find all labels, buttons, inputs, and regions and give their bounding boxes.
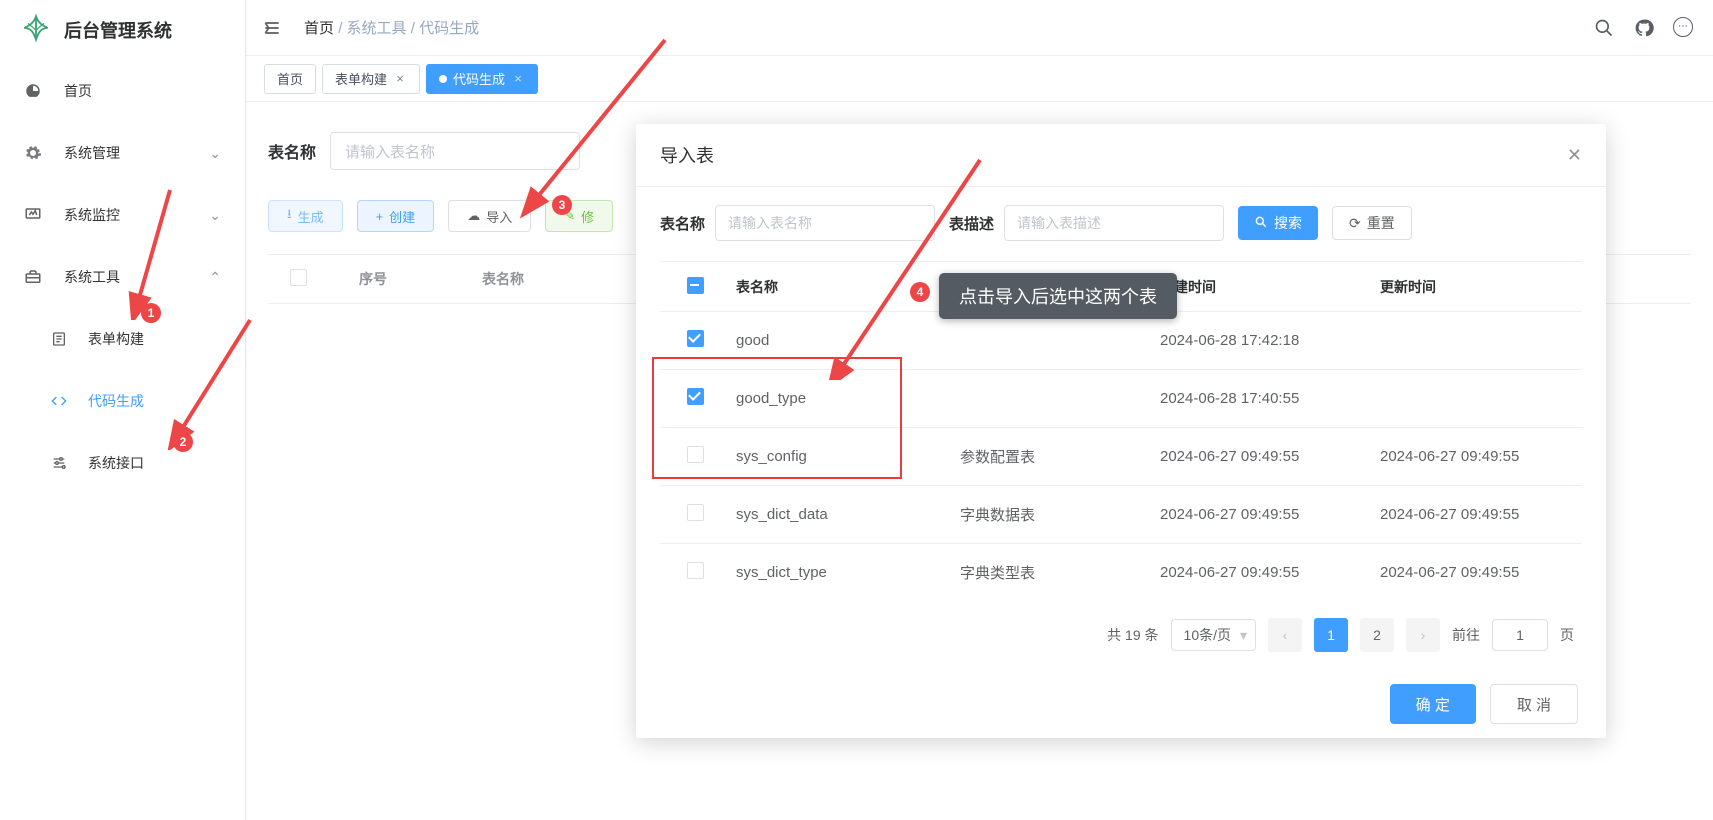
search-button[interactable]: 搜索 [1238, 206, 1318, 240]
cell-name: sys_dict_data [730, 506, 960, 523]
gear-icon [24, 144, 42, 162]
dialog-name-label: 表名称 [660, 213, 705, 234]
row-checkbox[interactable] [687, 388, 704, 405]
table-row[interactable]: good 2024-06-28 17:42:18 [660, 312, 1582, 370]
reset-button[interactable]: ⟳重置 [1332, 206, 1412, 240]
plus-icon: + [376, 209, 384, 224]
app-logo-row: 后台管理系统 [0, 0, 245, 60]
dialog-select-all-checkbox[interactable] [687, 277, 704, 294]
menu-form-builder[interactable]: 表单构建 [0, 308, 245, 370]
import-dialog: 导入表 ✕ 表名称 请输入表名称 表描述 请输入表描述 搜索 ⟳重置 表名称 表… [636, 124, 1606, 738]
cancel-button[interactable]: 取 消 [1490, 684, 1578, 724]
cell-created: 2024-06-27 09:49:55 [1160, 506, 1380, 523]
active-dot-icon [439, 75, 447, 83]
code-icon [50, 393, 68, 409]
search-icon[interactable] [1593, 17, 1615, 39]
toolbox-icon [24, 268, 42, 286]
cell-updated: 2024-06-27 09:49:55 [1380, 564, 1582, 581]
upload-icon: ☁ [467, 208, 480, 224]
row-checkbox[interactable] [687, 562, 704, 579]
hamburger-icon[interactable] [260, 16, 284, 40]
cell-desc: 字典类型表 [960, 562, 1160, 583]
dialog-name-input[interactable]: 请输入表名称 [715, 205, 935, 241]
dialog-title: 导入表 [660, 142, 714, 168]
cell-created: 2024-06-28 17:42:18 [1160, 332, 1380, 349]
breadcrumb-tool[interactable]: 系统工具 [347, 20, 407, 37]
annotation-badge-1: 1 [141, 303, 161, 323]
logo-icon [22, 14, 50, 47]
pagination: 共 19 条 10条/页 ‹ 1 2 › 前往 1 页 [660, 600, 1582, 658]
table-row[interactable]: sys_config参数配置表2024-06-27 09:49:552024-0… [660, 428, 1582, 486]
app-title: 后台管理系统 [64, 17, 172, 43]
page-2-button[interactable]: 2 [1360, 618, 1394, 652]
tab-form-builder[interactable]: 表单构建× [322, 64, 420, 94]
page-1-button[interactable]: 1 [1314, 618, 1348, 652]
table-row[interactable]: good_type 2024-06-28 17:40:55 [660, 370, 1582, 428]
close-icon[interactable]: × [393, 72, 407, 86]
menu-sys-api[interactable]: 系统接口 [0, 432, 245, 494]
menu-sys-monitor[interactable]: 系统监控 ⌄ [0, 184, 245, 246]
breadcrumb-codegen: 代码生成 [419, 20, 479, 37]
prev-page-button[interactable]: ‹ [1268, 618, 1302, 652]
row-checkbox[interactable] [687, 504, 704, 521]
select-all-checkbox[interactable] [290, 269, 307, 286]
confirm-button[interactable]: 确 定 [1390, 684, 1476, 724]
chevron-down-icon: ⌄ [209, 207, 221, 224]
table-row[interactable]: sys_dict_type字典类型表2024-06-27 09:49:55202… [660, 544, 1582, 600]
cell-created: 2024-06-27 09:49:55 [1160, 448, 1380, 465]
annotation-badge-4: 4 [910, 282, 930, 302]
table-row[interactable]: sys_dict_data字典数据表2024-06-27 09:49:55202… [660, 486, 1582, 544]
cell-desc: 字典数据表 [960, 504, 1160, 525]
menu-code-gen[interactable]: 代码生成 [0, 370, 245, 432]
table-name-input[interactable]: 请输入表名称 [330, 132, 580, 170]
cell-updated: 2024-06-27 09:49:55 [1380, 506, 1582, 523]
cell-created: 2024-06-28 17:40:55 [1160, 390, 1380, 407]
close-icon[interactable]: × [511, 72, 525, 86]
cell-name: good_type [730, 390, 960, 407]
form-icon [50, 331, 68, 347]
cell-name: good [730, 332, 960, 349]
page-size-select[interactable]: 10条/页 [1171, 619, 1256, 651]
tab-home[interactable]: 首页 [264, 64, 316, 94]
chevron-up-icon: ⌃ [209, 269, 221, 286]
import-button[interactable]: ☁导入 [448, 200, 531, 232]
annotation-badge-2: 2 [173, 432, 193, 452]
more-icon[interactable]: ⋯ [1673, 17, 1693, 37]
cell-desc: 参数配置表 [960, 446, 1160, 467]
monitor-icon [24, 206, 42, 224]
tabs-bar: 首页 表单构建× 代码生成× [246, 56, 1713, 102]
goto-page-input[interactable]: 1 [1492, 619, 1548, 651]
annotation-tooltip: 点击导入后选中这两个表 [939, 273, 1177, 319]
cell-updated: 2024-06-27 09:49:55 [1380, 448, 1582, 465]
search-icon [1254, 215, 1268, 232]
dashboard-icon [24, 82, 42, 100]
dialog-desc-input[interactable]: 请输入表描述 [1004, 205, 1224, 241]
menu-sys-tool[interactable]: 系统工具 ⌃ [0, 246, 245, 308]
chevron-down-icon: ⌄ [209, 145, 221, 162]
row-checkbox[interactable] [687, 446, 704, 463]
breadcrumb-home[interactable]: 首页 [304, 20, 334, 37]
cell-created: 2024-06-27 09:49:55 [1160, 564, 1380, 581]
sliders-icon [50, 455, 68, 471]
row-checkbox[interactable] [687, 330, 704, 347]
menu-sys-manage[interactable]: 系统管理 ⌄ [0, 122, 245, 184]
close-icon[interactable]: ✕ [1567, 145, 1582, 166]
breadcrumb: 首页 / 系统工具 / 代码生成 [304, 17, 479, 38]
download-icon: ⭳ [287, 205, 292, 227]
header: 首页 / 系统工具 / 代码生成 ⋯ [246, 0, 1713, 56]
next-page-button[interactable]: › [1406, 618, 1440, 652]
tab-code-gen[interactable]: 代码生成× [426, 64, 538, 94]
sidebar: 后台管理系统 首页 系统管理 ⌄ 系统监控 ⌄ 系统工具 ⌃ 表单构建 代码生成… [0, 0, 246, 820]
cell-name: sys_dict_type [730, 564, 960, 581]
generate-button[interactable]: ⭳生成 [268, 200, 343, 232]
menu-home[interactable]: 首页 [0, 60, 245, 122]
total-count: 共 19 条 [1107, 625, 1158, 645]
dialog-desc-label: 表描述 [949, 213, 994, 234]
create-button[interactable]: +创建 [357, 200, 435, 232]
annotation-badge-3: 3 [552, 195, 572, 215]
github-icon[interactable] [1633, 17, 1655, 39]
filter-label: 表名称 [268, 139, 316, 163]
refresh-icon: ⟳ [1349, 215, 1361, 232]
cell-name: sys_config [730, 448, 960, 465]
